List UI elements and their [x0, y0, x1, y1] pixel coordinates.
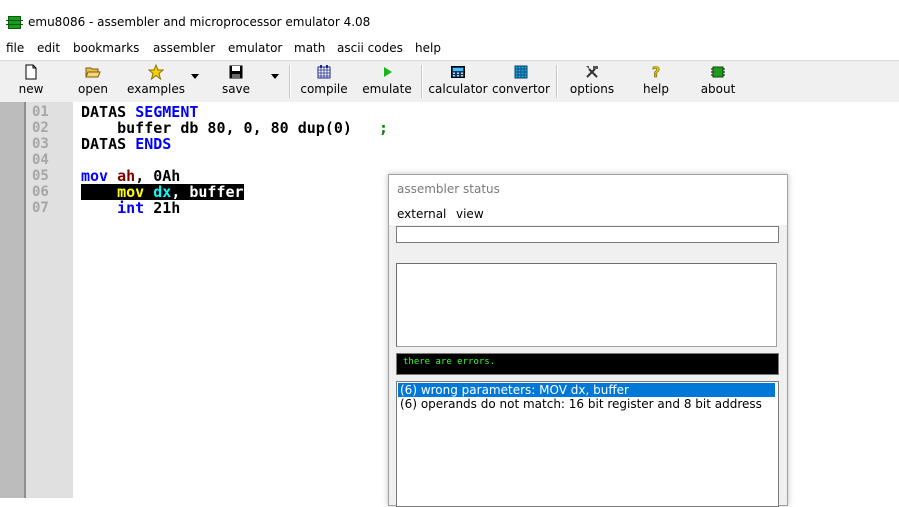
convertor-label: convertor	[492, 82, 550, 96]
examples-label: examples	[127, 82, 185, 96]
star-icon	[148, 64, 164, 80]
code-line[interactable]: mov ah, 0Ah	[81, 168, 180, 184]
code-line[interactable]: DATAS SEGMENT	[81, 104, 198, 120]
error-list[interactable]: (6) wrong parameters: MOV dx, buffer (6)…	[396, 381, 779, 507]
emulate-button[interactable]: emulate	[358, 61, 416, 102]
chip-icon	[711, 66, 725, 78]
window-title: emu8086 - assembler and microprocessor e…	[28, 15, 371, 29]
save-dropdown-arrow-icon[interactable]	[271, 74, 279, 79]
emulate-label: emulate	[362, 82, 412, 96]
dialog-menu-bar: external view	[389, 205, 787, 225]
line-number: 01	[32, 104, 49, 120]
floppy-disk-icon	[229, 65, 243, 79]
line-number: 05	[32, 168, 49, 184]
menu-emulator[interactable]: emulator	[228, 41, 282, 55]
help-label: help	[643, 82, 669, 96]
examples-button[interactable]: examples	[124, 61, 188, 102]
editor-left-margin	[0, 102, 26, 498]
examples-dropdown-arrow-icon[interactable]	[191, 74, 199, 79]
menu-bookmarks[interactable]: bookmarks	[73, 41, 139, 55]
dialog-output-area[interactable]	[396, 263, 777, 347]
code-token: int	[81, 199, 154, 217]
error-status-bar: there are errors.	[396, 353, 779, 375]
code-line[interactable]: int 21h	[81, 200, 180, 216]
line-number: 06	[32, 184, 49, 200]
svg-text:?: ?	[652, 65, 660, 80]
dialog-menu-external[interactable]: external	[397, 207, 446, 221]
toolbar-separator	[556, 65, 558, 98]
about-button[interactable]: about	[695, 61, 741, 102]
convertor-grid-icon	[514, 65, 528, 79]
dialog-file-field[interactable]	[396, 226, 779, 243]
app-chip-icon	[6, 16, 23, 29]
compile-grid-icon	[317, 65, 331, 79]
help-button[interactable]: ? help	[633, 61, 679, 102]
code-token: 21h	[153, 199, 181, 217]
toolbar: new open examples save compile emulate c…	[0, 60, 899, 103]
options-label: options	[569, 82, 615, 96]
options-button[interactable]: options	[563, 61, 621, 102]
toolbar-separator	[421, 65, 423, 98]
code-line-selected[interactable]: mov dx, buffer	[81, 184, 244, 200]
open-button[interactable]: open	[66, 61, 120, 102]
assembler-status-dialog: assembler status external view there are…	[388, 174, 788, 507]
error-status-text: there are errors.	[403, 357, 496, 367]
menu-file[interactable]: file	[6, 41, 24, 55]
menu-edit[interactable]: edit	[37, 41, 60, 55]
calculator-button[interactable]: calculator	[427, 61, 489, 102]
convertor-button[interactable]: convertor	[491, 61, 551, 102]
help-question-icon: ?	[652, 65, 661, 80]
calculator-icon	[451, 66, 465, 78]
menu-bar: file edit bookmarks assembler emulator m…	[0, 39, 899, 59]
open-label: open	[78, 82, 108, 96]
code-token: ;	[369, 119, 389, 137]
new-label: new	[18, 82, 44, 96]
tools-icon	[586, 66, 598, 78]
title-bar: emu8086 - assembler and microprocessor e…	[0, 0, 899, 38]
menu-ascii-codes[interactable]: ascii codes	[337, 41, 403, 55]
line-number: 03	[32, 136, 49, 152]
dialog-title-bar[interactable]: assembler status	[389, 175, 787, 205]
menu-help[interactable]: help	[415, 41, 441, 55]
play-icon	[384, 67, 392, 77]
dialog-menu-view[interactable]: view	[456, 207, 484, 221]
toolbar-separator	[289, 65, 291, 98]
save-label: save	[221, 82, 251, 96]
line-number: 04	[32, 152, 49, 168]
new-button[interactable]: new	[4, 61, 58, 102]
code-line[interactable]: DATAS ENDS	[81, 136, 171, 152]
code-token: , buffer	[171, 183, 244, 201]
error-list-item[interactable]: (6) operands do not match: 16 bit regist…	[398, 397, 775, 411]
dialog-title: assembler status	[397, 182, 500, 196]
line-number: 07	[32, 200, 49, 216]
calculator-label: calculator	[428, 82, 488, 96]
compile-button[interactable]: compile	[296, 61, 352, 102]
about-label: about	[700, 82, 736, 96]
compile-label: compile	[300, 82, 348, 96]
menu-math[interactable]: math	[294, 41, 325, 55]
code-line[interactable]: buffer db 80, 0, 80 dup(0) ;	[81, 120, 388, 136]
menu-assembler[interactable]: assembler	[153, 41, 215, 55]
line-number: 02	[32, 120, 49, 136]
open-folder-icon	[85, 67, 101, 78]
save-button[interactable]: save	[208, 61, 264, 102]
code-token: DATAS	[81, 135, 136, 153]
error-list-item[interactable]: (6) wrong parameters: MOV dx, buffer	[398, 383, 775, 397]
new-file-icon	[25, 64, 37, 80]
code-token: ENDS	[135, 135, 172, 153]
